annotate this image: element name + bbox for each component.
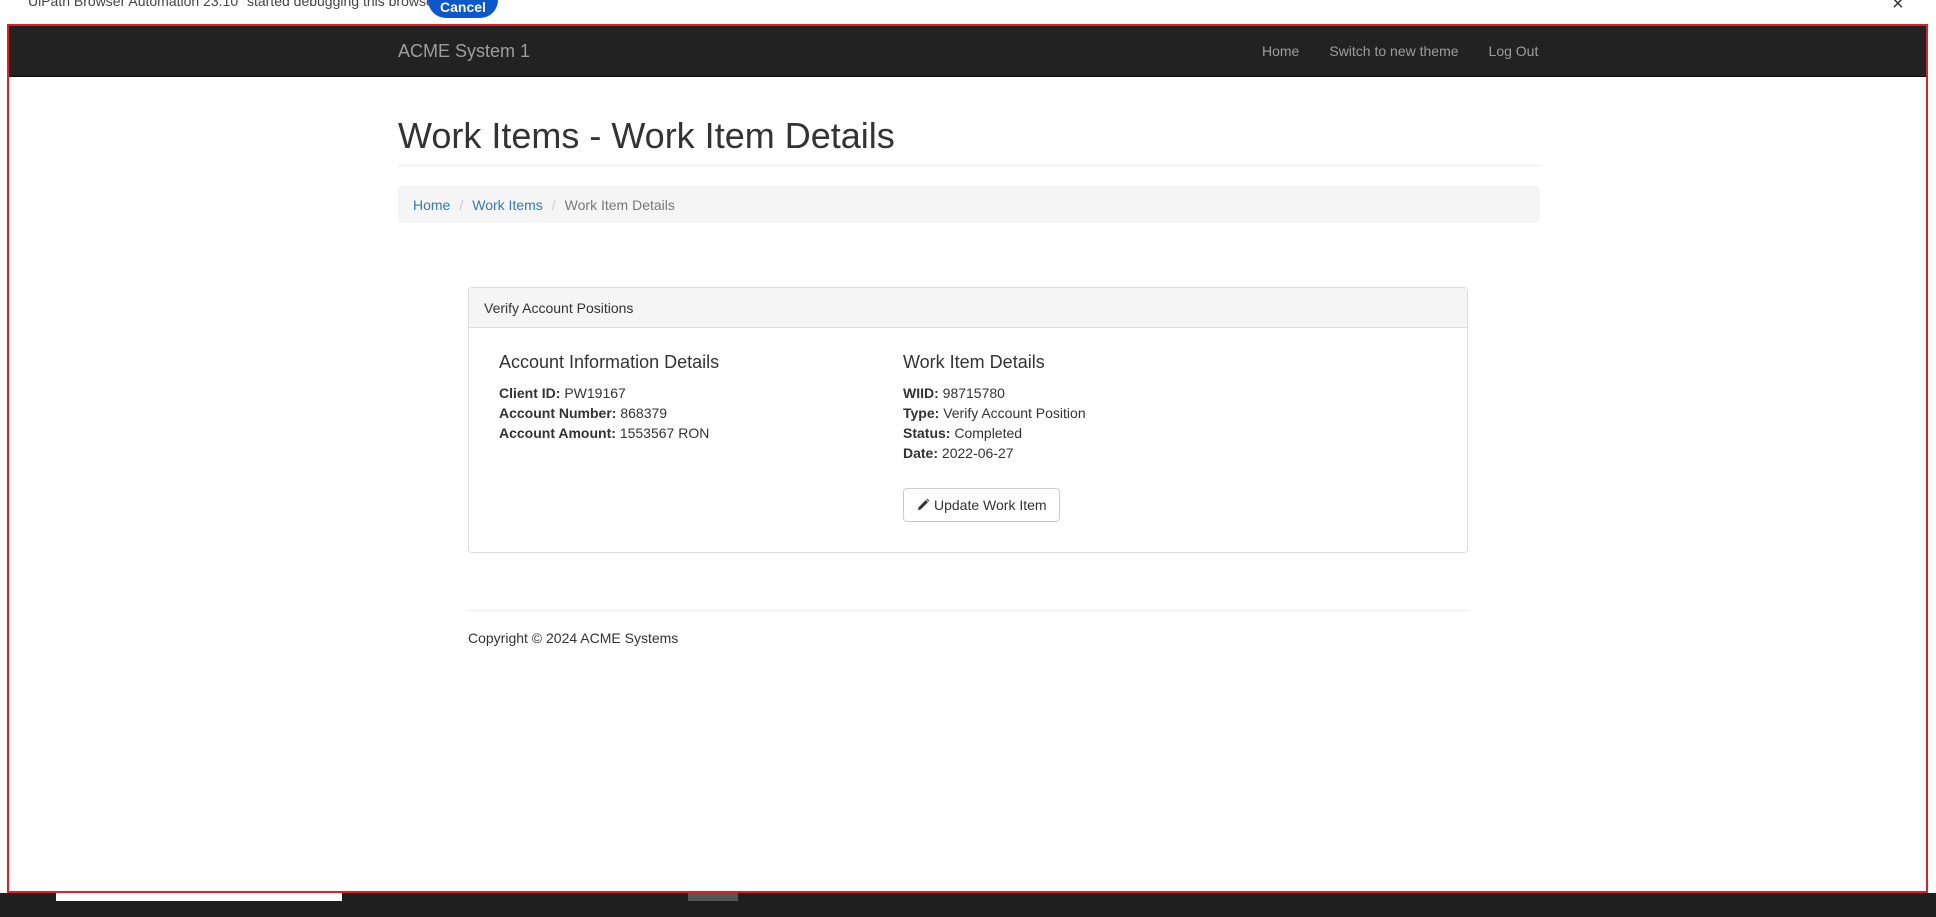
- work-item-details-title: Work Item Details: [903, 352, 1045, 372]
- account-number-value: 868379: [620, 405, 668, 421]
- breadcrumb-work-items-link[interactable]: Work Items: [472, 197, 543, 213]
- taskbar: [0, 893, 1936, 917]
- main-container: Work Items - Work Item Details Home / Wo…: [398, 77, 1540, 646]
- breadcrumb: Home / Work Items / Work Item Details: [398, 186, 1540, 223]
- wiid-label: WIID:: [903, 385, 939, 401]
- footer-copyright: Copyright © 2024 ACME Systems: [468, 630, 679, 646]
- close-icon[interactable]: ×: [1892, 0, 1904, 14]
- account-info-title: Account Information Details: [499, 352, 720, 372]
- page-header: Work Items - Work Item Details: [398, 77, 1540, 166]
- nav-home-link[interactable]: Home: [1262, 43, 1299, 59]
- account-amount-row: Account Amount: 1553567 RON: [499, 423, 719, 443]
- account-number-label: Account Number:: [499, 405, 617, 421]
- pencil-icon: [918, 498, 930, 510]
- date-row: Date: 2022-06-27: [903, 443, 1086, 463]
- debugging-message: UiPath Browser Automation 23.10" started…: [28, 0, 439, 9]
- client-id-label: Client ID:: [499, 385, 561, 401]
- nav-switch-theme-link[interactable]: Switch to new theme: [1329, 43, 1458, 59]
- breadcrumb-separator: /: [459, 196, 464, 213]
- update-work-item-button[interactable]: Update Work Item: [903, 488, 1060, 522]
- wiid-row: WIID: 98715780: [903, 383, 1086, 403]
- breadcrumb-current: Work Item Details: [564, 196, 675, 213]
- footer-divider: [468, 610, 1468, 611]
- status-row: Status: Completed: [903, 423, 1086, 443]
- type-row: Type: Verify Account Position: [903, 403, 1086, 423]
- debugging-infobar: UiPath Browser Automation 23.10" started…: [0, 0, 1936, 26]
- date-value: 2022-06-27: [941, 445, 1014, 461]
- taskbar-app-button[interactable]: [688, 893, 738, 901]
- account-info-section: Account Information Details Client ID: P…: [499, 352, 719, 443]
- top-navbar: ACME System 1 Home Switch to new theme L…: [9, 26, 1926, 77]
- date-label: Date:: [903, 445, 939, 461]
- update-work-item-label: Update Work Item: [934, 497, 1047, 513]
- client-id-row: Client ID: PW19167: [499, 383, 719, 403]
- page-title: Work Items - Work Item Details: [398, 115, 895, 156]
- type-label: Type:: [903, 405, 940, 421]
- wiid-value: 98715780: [942, 385, 1005, 401]
- client-id-value: PW19167: [564, 385, 626, 401]
- panel-heading: Verify Account Positions: [469, 288, 1467, 328]
- nav-logout-link[interactable]: Log Out: [1489, 43, 1539, 59]
- status-value: Completed: [954, 425, 1023, 441]
- taskbar-thumbnail: [56, 893, 342, 901]
- account-number-row: Account Number: 868379: [499, 403, 719, 423]
- breadcrumb-home-link[interactable]: Home: [413, 197, 450, 213]
- breadcrumb-separator: /: [551, 196, 556, 213]
- work-item-panel: Verify Account Positions Account Informa…: [468, 287, 1468, 553]
- work-item-details-section: Work Item Details WIID: 98715780 Type: V…: [903, 352, 1086, 522]
- type-value: Verify Account Position: [943, 405, 1086, 421]
- nav-links: Home Switch to new theme Log Out: [1262, 43, 1568, 59]
- account-amount-value: 1553567 RON: [619, 425, 710, 441]
- brand-link[interactable]: ACME System 1: [398, 41, 530, 62]
- status-label: Status:: [903, 425, 951, 441]
- cancel-debugging-button[interactable]: Cancel: [428, 0, 498, 18]
- account-amount-label: Account Amount:: [499, 425, 616, 441]
- browser-viewport: ACME System 1 Home Switch to new theme L…: [7, 24, 1928, 893]
